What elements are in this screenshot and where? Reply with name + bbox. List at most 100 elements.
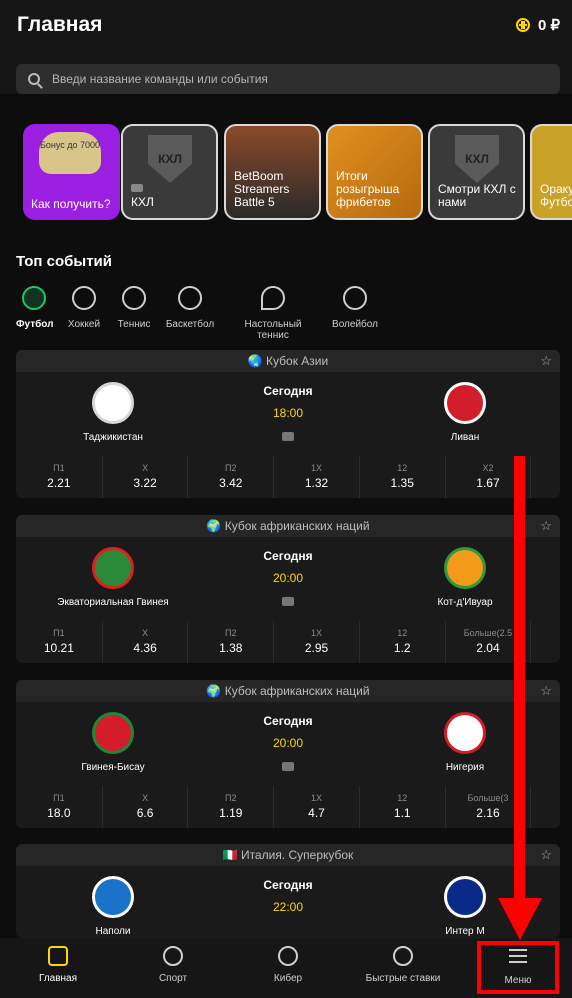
sport-basketball[interactable]: Баскетбол [165, 286, 215, 330]
home-team: Гвинея-Бисау [48, 712, 178, 773]
team-logo [444, 876, 486, 918]
odd-cell[interactable]: П2 3.42 [187, 456, 273, 498]
team-logo [444, 382, 486, 424]
away-team: Нигерия [400, 712, 530, 773]
league-name: 🌏 Кубок Азии [16, 350, 560, 372]
volleyball-icon [343, 286, 367, 310]
sport-label: Теннис [117, 319, 151, 330]
match-time: 20:00 [272, 736, 304, 750]
stories-carousel[interactable]: Бонус до 7000 Как получить? КХЛ КХЛ BetB… [0, 108, 572, 236]
sport-filter: Футбол Хоккей Теннис Баскетбол Настольны… [0, 286, 572, 341]
match-time: 22:00 [272, 900, 304, 914]
match-time-block: Сегодня 18:00 [216, 384, 360, 441]
story-khl-watch[interactable]: КХЛ Смотри КХЛ с нами [428, 124, 525, 220]
nav-fast-bets[interactable]: Быстрые ставки [353, 946, 453, 984]
team-name: Кот-д'Ивуар [437, 597, 493, 608]
favorite-star-icon[interactable]: ☆ [540, 684, 552, 698]
odd-cell[interactable]: П1 18.0 [16, 786, 102, 828]
story-freebets[interactable]: Итоги розыгрыша фрибетов [326, 124, 423, 220]
home-team: Наполи [48, 876, 178, 937]
odd-cell[interactable]: 12 1.2 [358, 621, 445, 663]
match-date: Сегодня [263, 714, 313, 728]
nav-label: Спорт [158, 973, 188, 984]
story-label: Оракул Футбол [540, 182, 572, 209]
favorite-star-icon[interactable]: ☆ [540, 519, 552, 533]
odd-cell[interactable]: П2 1.38 [187, 621, 273, 663]
match-card[interactable]: 🌏 Кубок Азии ☆ Таджикистан Сегодня 18:00… [16, 350, 560, 498]
match-time: 18:00 [272, 406, 304, 420]
sport-table-tennis[interactable]: Настольный теннис [228, 286, 318, 341]
story-oracle[interactable]: Оракул Футбол [530, 124, 572, 220]
nav-label: Кибер [273, 973, 303, 984]
odd-cell[interactable]: П1 10.21 [16, 621, 102, 663]
story-bonus[interactable]: Бонус до 7000 Как получить? [23, 124, 120, 220]
league-name: 🇮🇹 Италия. Суперкубок [16, 844, 560, 866]
coin-plus-icon [515, 18, 530, 32]
basketball-icon [178, 286, 202, 310]
odd-cell[interactable]: 12 1.35 [358, 456, 445, 498]
odds-row: П1 10.21 X 4.36 П2 1.38 1X 2.95 12 1.2 Больше… [16, 621, 560, 663]
team-name: Нигерия [445, 762, 485, 773]
odd-cell[interactable]: Бо [530, 456, 560, 498]
odd-cell[interactable]: 12 1.1 [358, 786, 445, 828]
annotation-arrow-head [498, 898, 542, 940]
match-date: Сегодня [263, 878, 313, 892]
page-title: Главная [17, 13, 103, 36]
odd-cell[interactable]: М [530, 786, 560, 828]
home-icon [48, 946, 68, 966]
team-logo [92, 547, 134, 589]
balance-button[interactable]: 0 ₽ [515, 16, 560, 34]
match-time-block: Сегодня 20:00 [216, 549, 360, 606]
nav-sport[interactable]: Спорт [123, 946, 223, 984]
sport-label: Футбол [16, 319, 54, 330]
search-input[interactable]: Введи название команды или события [16, 64, 560, 94]
odd-cell[interactable]: 1X 1.32 [273, 456, 359, 498]
odd-cell[interactable]: X 6.6 [101, 786, 188, 828]
match-time: 20:00 [272, 571, 304, 585]
match-card[interactable]: 🇮🇹 Италия. Суперкубок ☆ Наполи Сегодня 2… [16, 844, 560, 938]
team-name: Таджикистан [83, 432, 143, 443]
odd-cell[interactable]: X 3.22 [101, 456, 188, 498]
odd-cell[interactable]: П1 2.21 [16, 456, 102, 498]
video-icon [282, 762, 294, 771]
team-logo [92, 382, 134, 424]
odd-cell[interactable]: М [530, 621, 560, 663]
favorite-star-icon[interactable]: ☆ [540, 354, 552, 368]
team-logo [92, 876, 134, 918]
home-team: Экваториальная Гвинея [48, 547, 178, 608]
match-time-block: Сегодня 20:00 [216, 714, 360, 771]
fast-bets-icon [393, 946, 413, 966]
sport-label: Настольный теннис [244, 319, 302, 341]
odd-cell[interactable]: П2 1.19 [187, 786, 273, 828]
hockey-puck-icon [72, 286, 96, 310]
sport-tennis[interactable]: Теннис [116, 286, 152, 330]
video-icon [282, 432, 294, 441]
search-placeholder: Введи название команды или события [52, 72, 268, 86]
sport-volleyball[interactable]: Волейбол [330, 286, 380, 330]
top-events-title: Топ событий [16, 253, 112, 270]
match-card[interactable]: 🌍 Кубок африканских наций ☆ Гвинея-Бисау… [16, 680, 560, 828]
story-streamers-battle[interactable]: BetBoom Streamers Battle 5 [224, 124, 321, 220]
football-icon [22, 286, 46, 310]
odd-cell[interactable]: 1X 2.95 [273, 621, 359, 663]
nav-home[interactable]: Главная [8, 946, 108, 984]
nav-cyber[interactable]: Кибер [238, 946, 338, 984]
video-icon [282, 597, 294, 606]
sport-label: Волейбол [332, 319, 378, 330]
away-team: Ливан [400, 382, 530, 443]
sport-hockey[interactable]: Хоккей [65, 286, 103, 330]
odd-cell[interactable]: X 4.36 [101, 621, 188, 663]
match-card[interactable]: 🌍 Кубок африканских наций ☆ Экваториальн… [16, 515, 560, 663]
sport-football[interactable]: Футбол [16, 286, 54, 330]
nav-label: Быстрые ставки [365, 973, 441, 984]
bonus-badge: Бонус до 7000 [39, 132, 101, 174]
story-khl[interactable]: КХЛ КХЛ [121, 124, 218, 220]
team-name: Интер М [445, 926, 485, 937]
sport-label: Баскетбол [165, 319, 215, 330]
gamepad-icon [278, 946, 298, 966]
odd-cell[interactable]: 1X 4.7 [273, 786, 359, 828]
favorite-star-icon[interactable]: ☆ [540, 848, 552, 862]
story-label: BetBoom Streamers Battle 5 [234, 169, 290, 209]
balance-value: 0 ₽ [537, 17, 560, 34]
annotation-highlight-box [477, 941, 559, 994]
